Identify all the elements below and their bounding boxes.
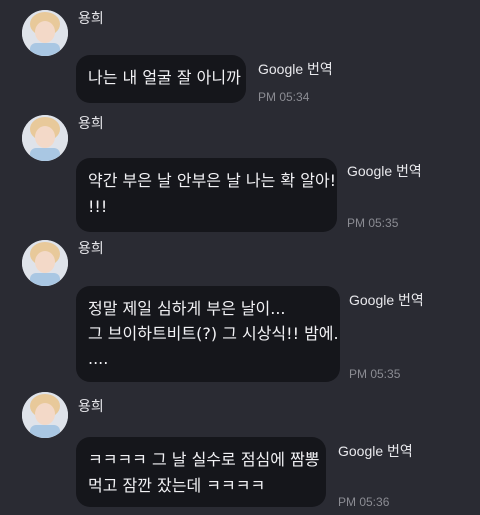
message-line: ㅋㅋㅋㅋ 그 날 실수로 점심에 짬뽕	[88, 450, 320, 469]
message-bubble[interactable]: ㅋㅋㅋㅋ 그 날 실수로 점심에 짬뽕 먹고 잠깐 잤는데 ㅋㅋㅋㅋ	[76, 437, 326, 507]
google-translate-link[interactable]: Google 번역	[347, 162, 422, 180]
message-time: PM 05:35	[347, 216, 399, 230]
avatar[interactable]	[22, 10, 68, 56]
avatar[interactable]	[22, 115, 68, 161]
message-time: PM 05:35	[349, 367, 401, 381]
message-bubble[interactable]: 약간 부은 날 안부은 날 나는 확 알아! !!!	[76, 158, 337, 232]
message-line: 그 브이하트비트(?) 그 시상식!! 밤에.	[88, 324, 339, 343]
message-bubble[interactable]: 나는 내 얼굴 잘 아니까	[76, 55, 246, 103]
sender-name: 용희	[78, 116, 104, 132]
message-line: 먹고 잠깐 잤는데 ㅋㅋㅋㅋ	[88, 476, 266, 495]
message-line: ....	[88, 349, 109, 368]
message-line: 정말 제일 심하게 부은 날이...	[88, 299, 286, 318]
google-translate-link[interactable]: Google 번역	[258, 60, 333, 78]
sender-name: 용희	[78, 399, 104, 415]
sender-name: 용희	[78, 241, 104, 257]
message-line: !!!	[88, 197, 108, 216]
google-translate-link[interactable]: Google 번역	[349, 291, 424, 309]
avatar[interactable]	[22, 392, 68, 438]
sender-name: 용희	[78, 11, 104, 27]
avatar[interactable]	[22, 240, 68, 286]
message-time: PM 05:34	[258, 90, 310, 104]
google-translate-link[interactable]: Google 번역	[338, 442, 413, 460]
message-line: 약간 부은 날 안부은 날 나는 확 알아!	[88, 171, 337, 190]
message-bubble[interactable]: 정말 제일 심하게 부은 날이... 그 브이하트비트(?) 그 시상식!! 밤…	[76, 286, 340, 382]
message-line: 나는 내 얼굴 잘 아니까	[88, 68, 241, 87]
message-time: PM 05:36	[338, 495, 390, 509]
